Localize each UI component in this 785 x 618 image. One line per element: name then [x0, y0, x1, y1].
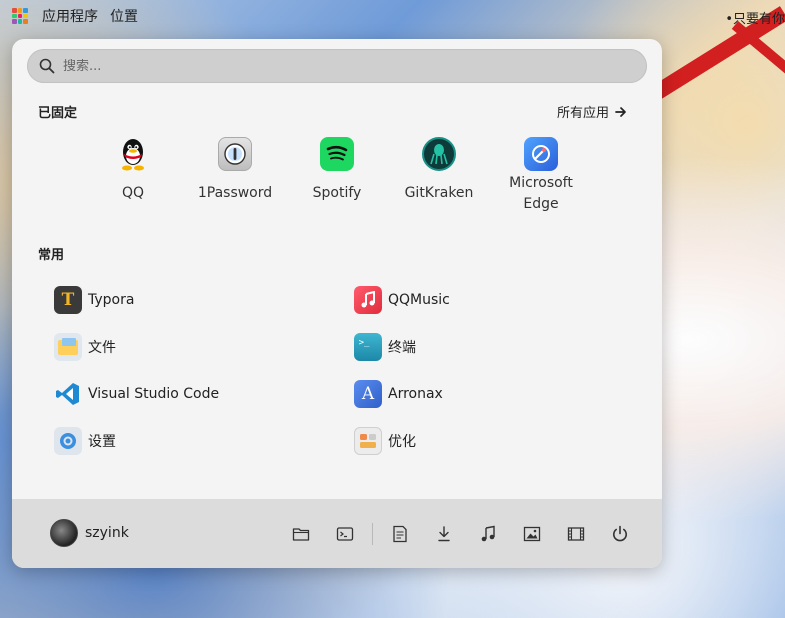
avatar — [50, 519, 78, 547]
download-icon[interactable] — [433, 523, 455, 545]
common-app-arronax[interactable]: A Arronax — [354, 379, 443, 409]
search-icon — [39, 58, 55, 74]
common-app-label: 优化 — [388, 434, 416, 450]
image-icon[interactable] — [521, 523, 543, 545]
pinned-app-spotify[interactable]: Spotify — [291, 137, 383, 204]
pinned-apps-grid: QQ 1Password Spotify GitKraken Microsoft… — [12, 137, 662, 227]
common-app-label: 设置 — [88, 434, 116, 450]
common-app-label: QQMusic — [388, 292, 450, 308]
settings-icon — [54, 427, 82, 455]
common-app-vscode[interactable]: Visual Studio Code — [54, 379, 219, 409]
pinned-section-title: 已固定 — [38, 106, 78, 121]
search-input[interactable] — [63, 58, 603, 74]
1password-icon — [218, 137, 252, 171]
arrow-right-icon — [615, 106, 626, 117]
qq-penguin-icon — [116, 137, 150, 171]
common-app-tweaks[interactable]: 优化 — [354, 426, 416, 456]
spotify-icon — [320, 137, 354, 171]
app-launcher-panel: 已固定 所有应用 QQ — [12, 39, 662, 568]
vscode-icon — [54, 380, 82, 408]
video-icon[interactable] — [565, 523, 587, 545]
username-label: szyink — [85, 525, 129, 541]
pinned-app-gitkraken[interactable]: GitKraken — [393, 137, 485, 204]
typora-icon: T — [54, 286, 82, 314]
search-bar[interactable] — [27, 49, 647, 83]
common-app-label: 终端 — [388, 340, 416, 356]
common-app-label: Arronax — [388, 386, 443, 402]
common-section-title: 常用 — [38, 248, 65, 263]
folder-icon[interactable] — [290, 523, 312, 545]
pinned-app-label: QQ — [121, 185, 145, 201]
launcher-footer: szyink — [12, 499, 662, 568]
footer-divider — [372, 523, 373, 545]
power-icon[interactable] — [609, 523, 631, 545]
all-apps-label: 所有应用 — [557, 106, 610, 121]
document-icon[interactable] — [389, 523, 411, 545]
pinned-app-label: 1Password — [197, 185, 273, 201]
gitkraken-icon — [422, 137, 456, 171]
common-app-terminal[interactable]: >_ 终端 — [354, 332, 416, 362]
pinned-app-label: GitKraken — [404, 185, 474, 201]
pinned-app-label: Microsoft Edge — [509, 175, 573, 212]
pinned-app-1password[interactable]: 1Password — [189, 137, 281, 204]
common-app-qqmusic[interactable]: QQMusic — [354, 285, 450, 315]
menu-places[interactable]: 位置 — [110, 6, 138, 26]
common-app-label: Visual Studio Code — [88, 386, 220, 402]
tweaks-icon — [354, 427, 382, 455]
common-app-label: Typora — [88, 292, 135, 308]
app-menu-logo-icon[interactable] — [12, 8, 28, 24]
arronax-icon: A — [354, 380, 382, 408]
top-panel: 应用程序 位置 •只要有你 — [0, 0, 785, 32]
user-account-button[interactable]: szyink — [50, 519, 129, 547]
common-app-label: 文件 — [88, 340, 116, 356]
pinned-app-microsoft-edge[interactable]: Microsoft Edge — [495, 137, 587, 215]
pinned-app-label: Spotify — [312, 185, 362, 201]
files-icon — [54, 333, 82, 361]
common-app-settings[interactable]: 设置 — [54, 426, 116, 456]
edge-icon — [524, 137, 558, 171]
menu-applications[interactable]: 应用程序 — [42, 6, 98, 26]
common-app-files[interactable]: 文件 — [54, 332, 116, 362]
terminal-icon[interactable] — [334, 523, 356, 545]
music-icon[interactable] — [477, 523, 499, 545]
now-playing-text: •只要有你 — [725, 12, 785, 27]
common-app-typora[interactable]: T Typora — [54, 285, 134, 315]
qqmusic-icon — [354, 286, 382, 314]
all-apps-button[interactable]: 所有应用 — [557, 102, 627, 121]
terminal-icon: >_ — [354, 333, 382, 361]
pinned-app-qq[interactable]: QQ — [87, 137, 179, 204]
